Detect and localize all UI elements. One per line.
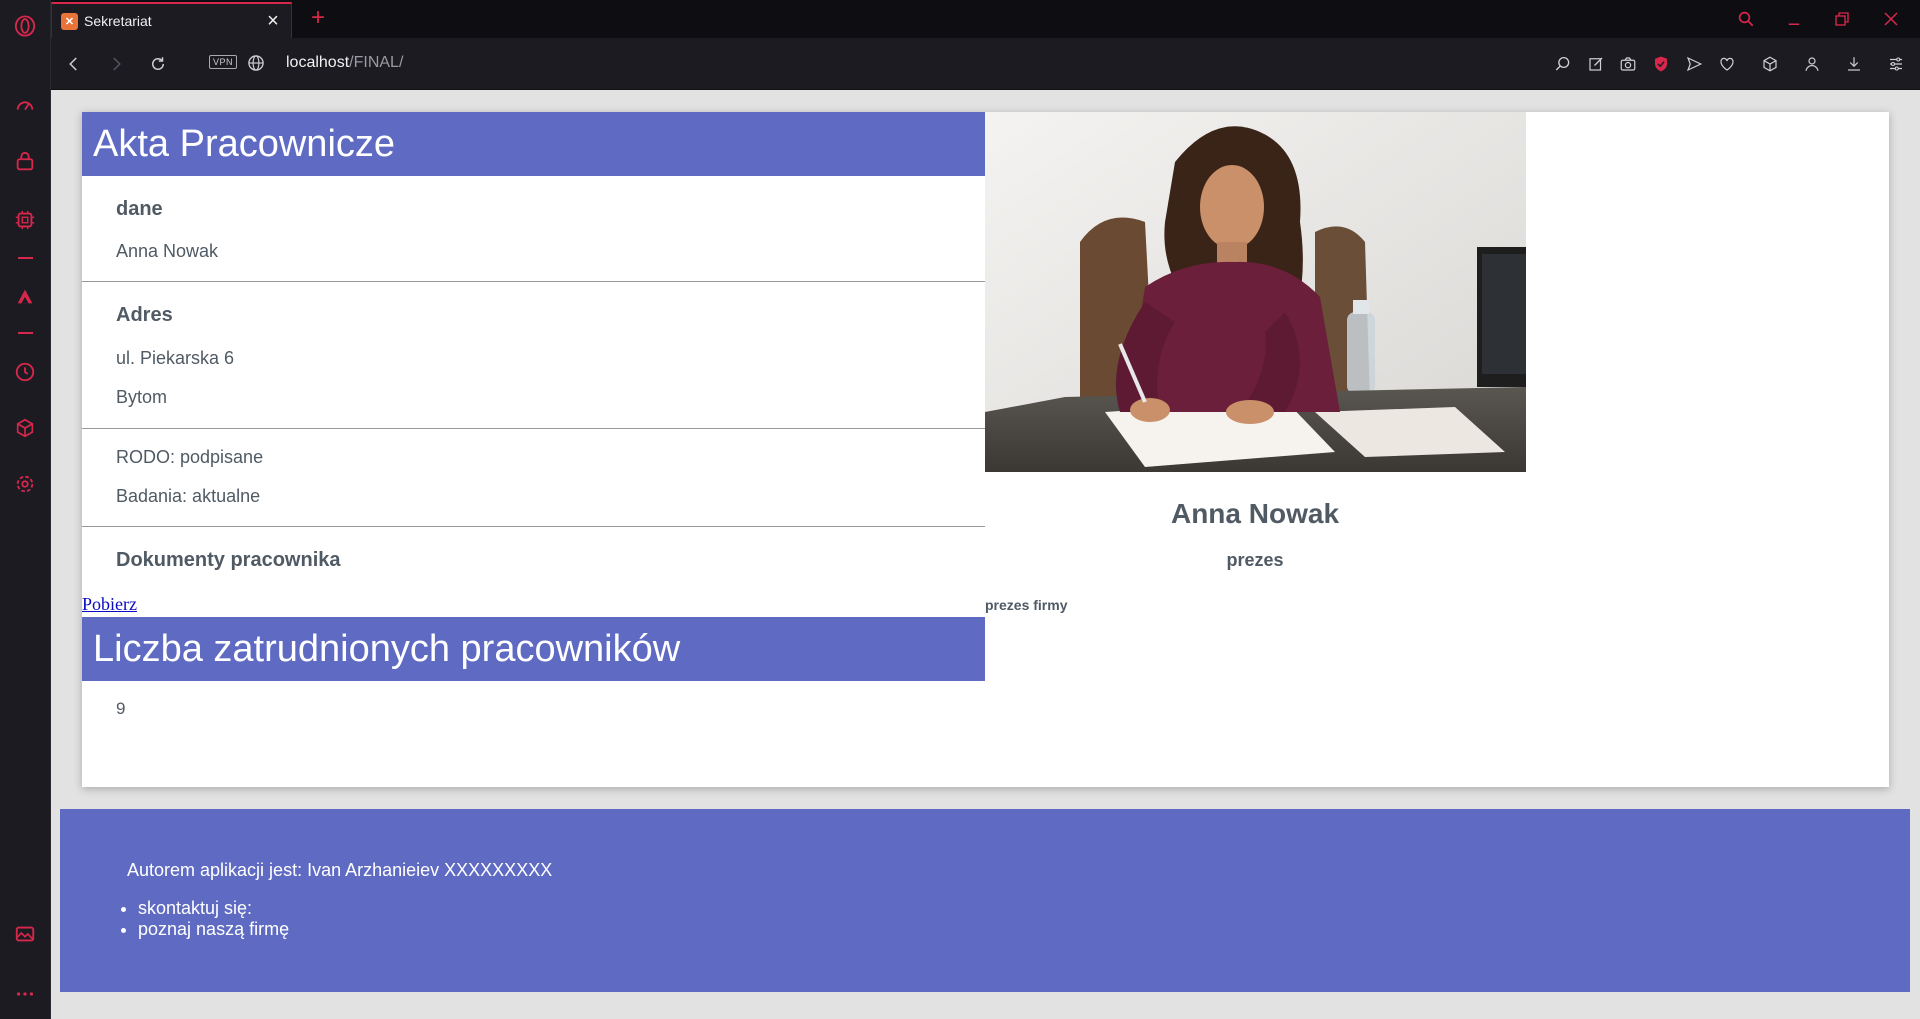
- profile-role: prezes: [1226, 550, 1284, 570]
- employee-photo: [985, 112, 1526, 472]
- forward-icon[interactable]: [103, 51, 129, 77]
- footer-links: skontaktuj się: poznaj naszą firmę: [138, 898, 289, 940]
- footer-link-company[interactable]: poznaj naszą firmę: [138, 919, 289, 940]
- sidebar-separator: [18, 332, 33, 334]
- minimize-icon[interactable]: [1781, 6, 1807, 32]
- documents-section: Dokumenty pracownika: [82, 527, 985, 593]
- search-page-icon[interactable]: [1551, 52, 1575, 76]
- address-bar: VPN localhost/FINAL/: [51, 38, 1920, 90]
- page-viewport: Akta Pracownicze dane Anna Nowak Adres u…: [51, 90, 1920, 1019]
- page-title: Akta Pracownicze: [82, 112, 985, 176]
- employee-name: Anna Nowak: [116, 241, 219, 261]
- new-tab-button[interactable]: +: [306, 4, 330, 32]
- search-tabs-icon[interactable]: [1733, 6, 1759, 32]
- back-icon[interactable]: [61, 51, 87, 77]
- easy-setup-icon[interactable]: [1884, 52, 1908, 76]
- extensions-cube-icon[interactable]: [1758, 52, 1782, 76]
- close-tab-icon[interactable]: ×: [261, 11, 285, 31]
- url-host: localhost: [286, 54, 350, 71]
- address-section: Adres ul. Piekarska 6 Bytom: [82, 282, 985, 429]
- shield-icon[interactable]: [1649, 52, 1673, 76]
- chip-icon[interactable]: [13, 208, 37, 232]
- profile-name: Anna Nowak: [1170, 498, 1340, 529]
- employee-count-title: Liczba zatrudnionych pracowników: [82, 617, 985, 681]
- more-icon[interactable]: [13, 982, 37, 1006]
- browser-sidebar: [0, 0, 51, 1019]
- profile-icon[interactable]: [1800, 52, 1824, 76]
- close-window-icon[interactable]: [1878, 6, 1904, 32]
- address-heading: Adres: [116, 304, 173, 326]
- personal-data-section: dane Anna Nowak: [82, 176, 985, 282]
- send-icon[interactable]: [1682, 52, 1706, 76]
- history-icon[interactable]: [13, 360, 37, 384]
- opera-logo-icon[interactable]: [13, 14, 37, 38]
- medical-status: Badania: aktualne: [116, 486, 261, 506]
- heart-icon[interactable]: [1715, 52, 1739, 76]
- settings-icon[interactable]: [13, 472, 37, 496]
- gallery-icon[interactable]: [13, 922, 37, 946]
- sidebar-separator: [18, 257, 33, 259]
- tab-bar: ✕ Sekretariat × +: [51, 0, 1920, 38]
- edit-icon[interactable]: [1584, 52, 1608, 76]
- xampp-icon: ✕: [61, 12, 78, 30]
- address-street: ul. Piekarska 6: [116, 348, 235, 368]
- globe-icon[interactable]: [246, 53, 266, 73]
- personal-data-heading: dane: [116, 198, 163, 220]
- shopping-bag-icon[interactable]: [13, 150, 37, 174]
- tab-title: Sekretariat: [84, 13, 152, 29]
- url-path: /FINAL/: [349, 54, 404, 71]
- speed-dial-icon[interactable]: [13, 94, 37, 118]
- employee-count-value: 9: [116, 699, 126, 718]
- download-icon[interactable]: [1842, 52, 1866, 76]
- reload-icon[interactable]: [145, 51, 171, 77]
- restore-icon[interactable]: [1829, 6, 1855, 32]
- records-column: Akta Pracownicze dane Anna Nowak Adres u…: [82, 112, 985, 781]
- vpn-badge[interactable]: VPN: [209, 55, 238, 69]
- browser-tab[interactable]: ✕ Sekretariat ×: [51, 2, 292, 38]
- footer-link-contact[interactable]: skontaktuj się:: [138, 898, 289, 919]
- main-card: Akta Pracownicze dane Anna Nowak Adres u…: [82, 112, 1889, 787]
- footer-author: Autorem aplikacji jest: Ivan Arzhanieiev…: [127, 860, 553, 880]
- status-section: RODO: podpisane Badania: aktualne: [82, 429, 985, 527]
- footer: Autorem aplikacji jest: Ivan Arzhanieiev…: [60, 809, 1910, 992]
- address-city: Bytom: [116, 387, 168, 407]
- profile-column: Anna Nowak prezes prezes firmy: [985, 112, 1526, 613]
- camera-icon[interactable]: [1616, 52, 1640, 76]
- cube-icon[interactable]: [13, 416, 37, 440]
- aria-icon[interactable]: [13, 284, 37, 308]
- download-link[interactable]: Pobierz: [82, 593, 985, 617]
- url-field[interactable]: localhost/FINAL/: [286, 54, 403, 72]
- documents-heading: Dokumenty pracownika: [116, 549, 341, 571]
- profile-description: prezes firmy: [985, 597, 1068, 613]
- employee-count-section: 9: [82, 681, 985, 781]
- rodo-status: RODO: podpisane: [116, 447, 264, 467]
